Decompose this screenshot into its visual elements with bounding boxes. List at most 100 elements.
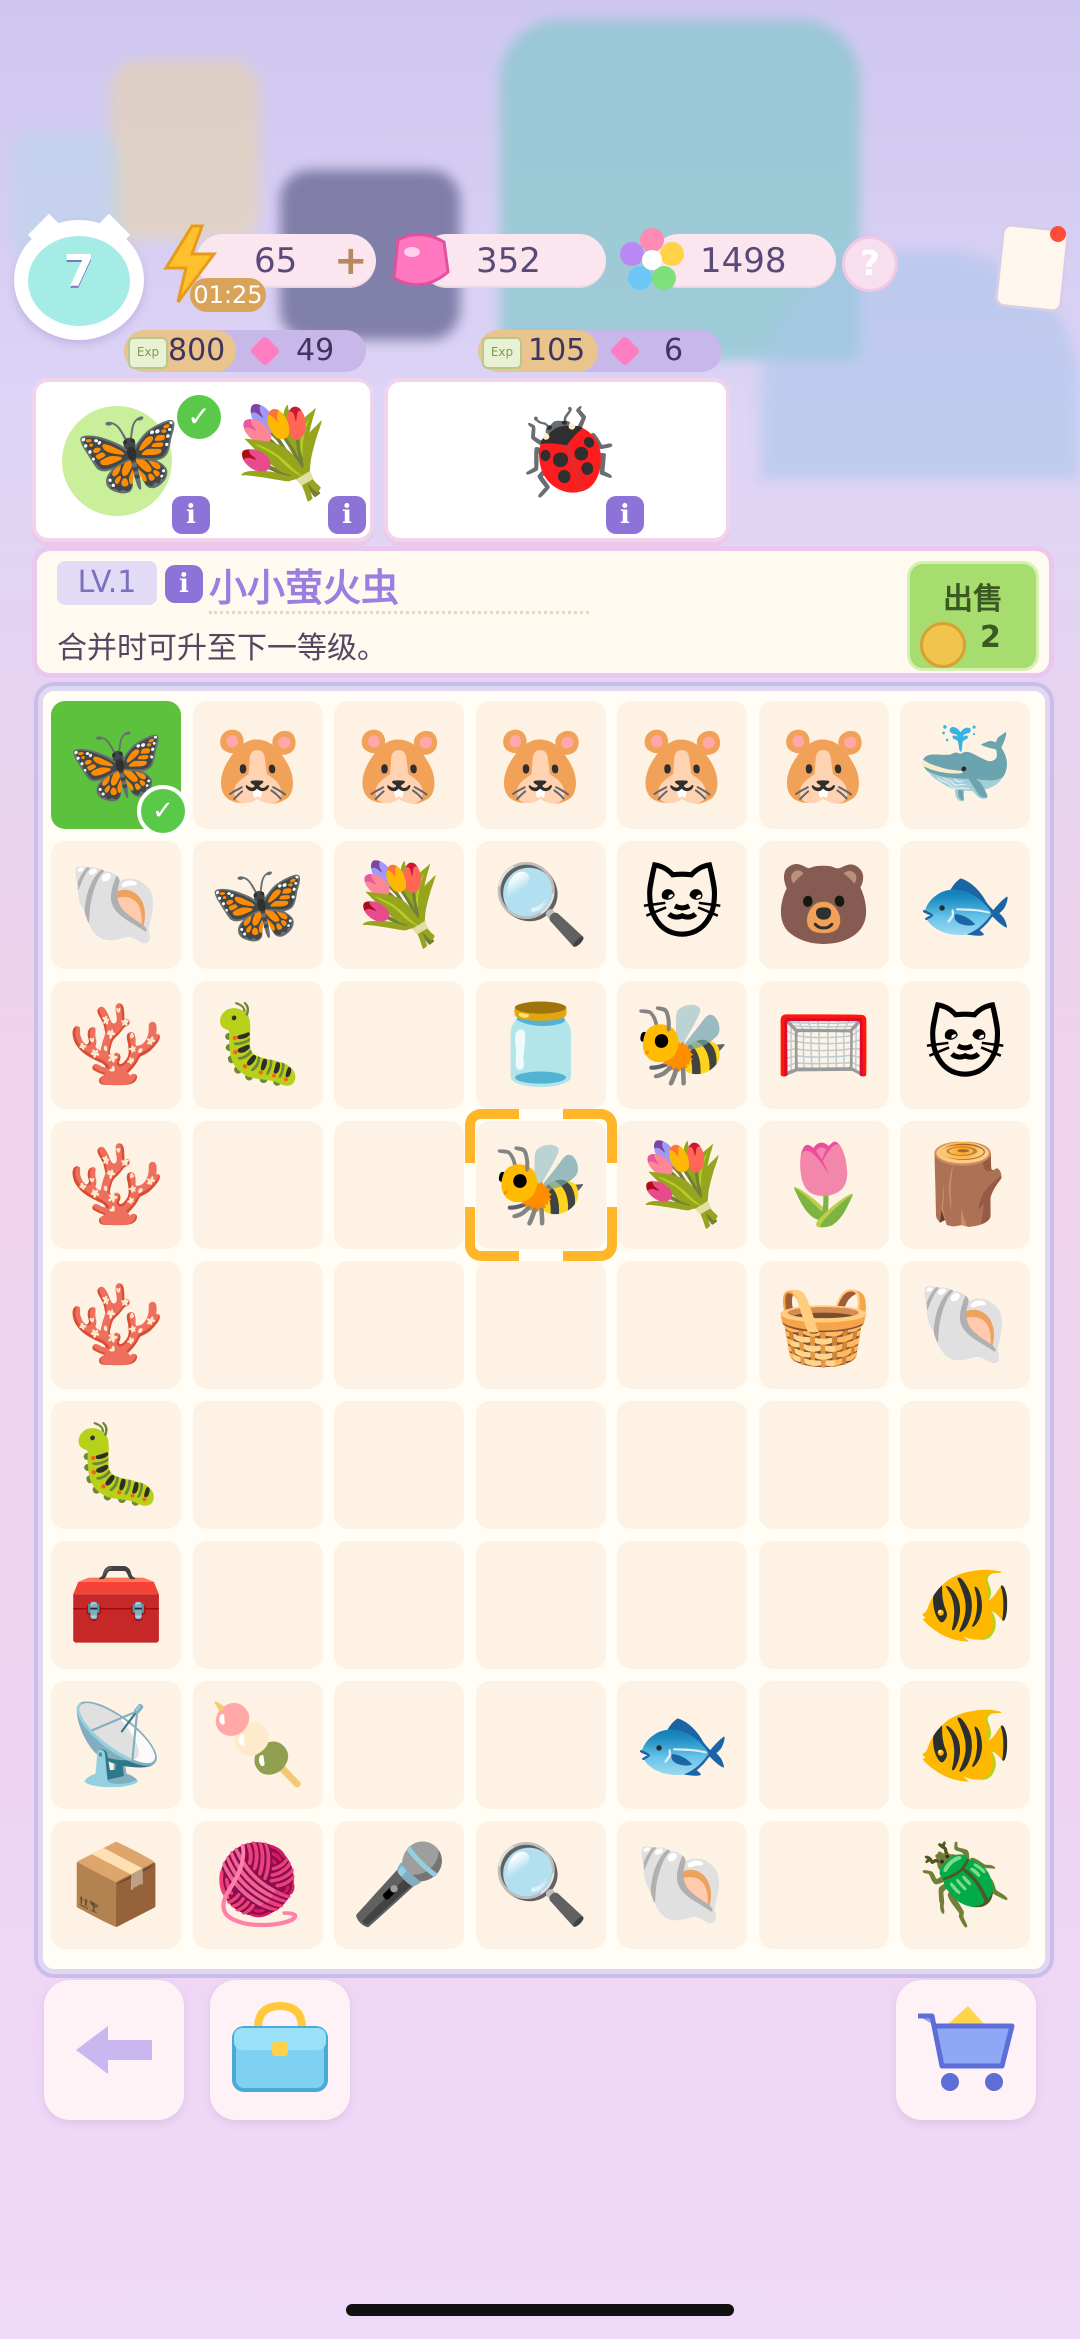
add-energy-button[interactable]: + [334, 234, 368, 288]
board-cell[interactable]: 🫙 [475, 981, 606, 1109]
yarn-icon[interactable]: 🧶 [209, 1846, 306, 1924]
fish-icon[interactable]: 🐟 [916, 866, 1013, 944]
info-icon[interactable]: i [606, 496, 644, 534]
board-cell[interactable] [475, 1261, 606, 1389]
board-cell[interactable] [334, 1681, 464, 1809]
box-icon[interactable]: 📦 [67, 1846, 164, 1924]
goldfish-icon[interactable]: 🐠 [916, 1706, 1013, 1784]
board-cell[interactable]: 🎤 [334, 1821, 464, 1949]
board-cell[interactable]: 🐚 [617, 1821, 747, 1949]
board-cell[interactable] [617, 1401, 747, 1529]
coral-icon[interactable]: 🪸 [67, 1286, 164, 1364]
board-cell[interactable]: 💐 [334, 841, 464, 969]
board-cell[interactable] [192, 1261, 323, 1389]
shell-icon[interactable]: 🐚 [633, 1846, 730, 1924]
board-cell[interactable]: 🐚 [900, 1261, 1030, 1389]
machine-icon[interactable]: 🧰 [67, 1566, 164, 1644]
board-cell[interactable]: 🦋 ✓ [51, 701, 189, 837]
hamster-icon[interactable]: 🐹 [775, 726, 872, 804]
board-cell[interactable]: 💐 [617, 1121, 747, 1249]
hamster-icon[interactable]: 🐹 [492, 726, 589, 804]
board-cell[interactable]: 🌷 [758, 1121, 889, 1249]
satellite-icon[interactable]: 📡 [67, 1706, 164, 1784]
board-cell[interactable]: 🪸 [51, 1261, 181, 1389]
board-cell[interactable]: 🐹 [192, 701, 323, 829]
microphone-icon[interactable]: 🎤 [350, 1846, 447, 1924]
board-cell[interactable]: 🐹 [334, 701, 464, 829]
board-cell[interactable] [475, 1401, 606, 1529]
order-card-2[interactable]: 🐞 i [384, 378, 730, 542]
board-cell[interactable]: 🔍 [475, 1821, 606, 1949]
board-cell[interactable]: 🧰 [51, 1541, 181, 1669]
board-cell[interactable] [192, 1541, 323, 1669]
ladybug-icon[interactable]: 🐞 i [504, 400, 644, 534]
board-cell[interactable]: 🐱 [617, 841, 747, 969]
board-cell[interactable]: 🪲 [900, 1821, 1030, 1949]
rice-ball-icon[interactable]: 🍡 [209, 1706, 306, 1784]
flower-bouquet-icon[interactable]: 💐 [350, 866, 447, 944]
board-cell[interactable]: 🐟 [900, 841, 1030, 969]
player-level-badge[interactable]: 7 [14, 213, 144, 340]
board-cell[interactable]: 🐛 [51, 1401, 181, 1529]
board-cell[interactable]: 🧶 [192, 1821, 323, 1949]
flower-bouquet-icon[interactable]: 💐 [633, 1146, 730, 1224]
firefly-icon[interactable]: 🐝 [633, 1006, 730, 1084]
beetle-icon[interactable]: 🪲 [916, 1846, 1013, 1924]
board-cell[interactable] [334, 1261, 464, 1389]
board-cell[interactable]: 🥅 [758, 981, 889, 1109]
board-cell[interactable] [758, 1681, 889, 1809]
board-cell[interactable]: 🔍 [475, 841, 606, 969]
board-cell[interactable] [617, 1541, 747, 1669]
whale-toy-icon[interactable]: 🐳 [916, 726, 1013, 804]
board-cell[interactable]: 🦋 [192, 841, 323, 969]
help-button[interactable]: ? [842, 236, 898, 292]
board-cell[interactable]: 🐹 [758, 701, 889, 829]
coral-icon[interactable]: 🪸 [67, 1006, 164, 1084]
board-cell[interactable]: 🪸 [51, 1121, 181, 1249]
info-icon[interactable]: i [165, 565, 203, 603]
board-cell[interactable]: 🐝 [617, 981, 747, 1109]
hamster-icon[interactable]: 🐹 [209, 726, 306, 804]
cat-icon[interactable]: 🐱 [924, 1006, 1005, 1084]
board-cell[interactable]: 📦 [51, 1821, 181, 1949]
board-cell[interactable]: 🐛 [192, 981, 323, 1109]
coral-icon[interactable]: 🪸 [67, 1146, 164, 1224]
info-icon[interactable]: i [172, 496, 210, 534]
board-cell[interactable]: 🐠 [900, 1541, 1030, 1669]
board-cell[interactable] [334, 981, 464, 1109]
sell-button[interactable]: 出售 2 [907, 561, 1039, 671]
board-cell[interactable]: 🪸 [51, 981, 181, 1109]
board-cell[interactable]: 🧺 [758, 1261, 889, 1389]
flower-vase-icon[interactable]: 💐 i [218, 400, 366, 534]
board-cell[interactable]: 🐹 [475, 701, 606, 829]
shell-icon[interactable]: 🐚 [67, 866, 164, 944]
butterfly-icon[interactable]: 🦋 [209, 866, 306, 944]
board-cell[interactable]: 🪵 [900, 1121, 1030, 1249]
board-cell[interactable] [334, 1401, 464, 1529]
board-cell[interactable]: 🐚 [51, 841, 181, 969]
fish-icon[interactable]: 🐟 [633, 1706, 730, 1784]
board-cell[interactable] [192, 1121, 323, 1249]
bear-icon[interactable]: 🐻 [775, 866, 872, 944]
butterfly-icon[interactable]: 🦋 ✓ i [62, 392, 224, 534]
board-cell[interactable]: 🍡 [192, 1681, 323, 1809]
cocoon-icon[interactable]: 🐛 [209, 1006, 306, 1084]
order-card-1[interactable]: 🦋 ✓ i 💐 i [32, 378, 374, 542]
info-icon[interactable]: i [328, 496, 366, 534]
home-indicator[interactable] [346, 2304, 734, 2316]
cat-icon[interactable]: 🐱 [641, 866, 722, 944]
board-cell[interactable]: 🐻 [758, 841, 889, 969]
board-cell[interactable] [334, 1121, 464, 1249]
board-cell[interactable] [475, 1681, 606, 1809]
board-cell[interactable]: 🐠 [900, 1681, 1030, 1809]
shop-button[interactable] [896, 1980, 1036, 2120]
cocoon-icon[interactable]: 🐛 [67, 1426, 164, 1504]
goldfish-icon[interactable]: 🐠 [916, 1566, 1013, 1644]
board-cell[interactable]: 📡 [51, 1681, 181, 1809]
board-cell[interactable] [758, 1541, 889, 1669]
log-icon[interactable]: 🪵 [916, 1146, 1013, 1224]
board-cell[interactable]: 🐟 [617, 1681, 747, 1809]
hamster-icon[interactable]: 🐹 [350, 726, 447, 804]
board-cell[interactable] [617, 1261, 747, 1389]
bug-net-icon[interactable]: 🥅 [775, 1006, 872, 1084]
